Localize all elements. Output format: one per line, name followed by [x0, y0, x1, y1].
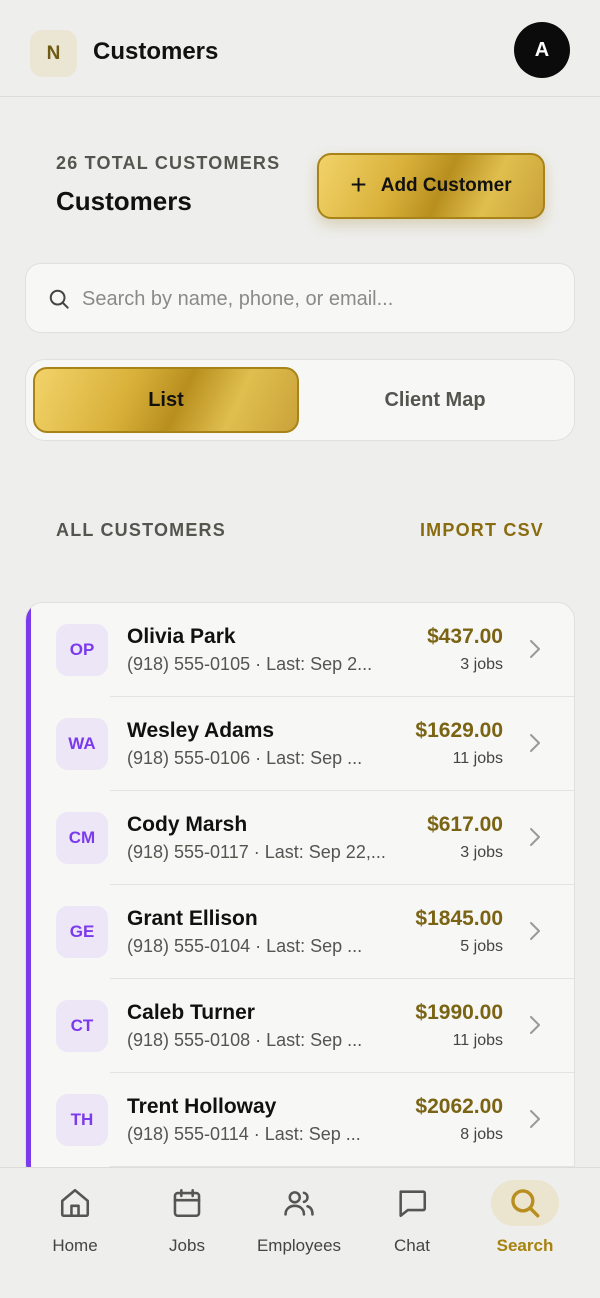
- customer-details: (918) 555-0114 · Last: Sep ...: [127, 1124, 361, 1144]
- chevron-right-icon: [530, 1016, 540, 1034]
- customer-jobs: 8 jobs: [460, 1126, 503, 1143]
- nav-item-employees[interactable]: Employees: [243, 1168, 355, 1278]
- customer-row[interactable]: TH Trent Holloway (918) 555-0114 · Last:…: [26, 1073, 574, 1167]
- section-label-all-customers: ALL CUSTOMERS: [56, 520, 226, 540]
- customer-amount: $437.00: [427, 625, 503, 648]
- customer-details: (918) 555-0108 · Last: Sep ...: [127, 1030, 363, 1050]
- customer-details: (918) 555-0117 · Last: Sep 22,...: [127, 842, 386, 862]
- customer-initials: TH: [56, 1094, 108, 1146]
- nav-item-chat[interactable]: Chat: [356, 1168, 468, 1278]
- customer-initials: GE: [56, 906, 108, 958]
- chevron-right-icon: [530, 734, 540, 752]
- customer-row[interactable]: WA Wesley Adams (918) 555-0106 · Last: S…: [26, 697, 574, 791]
- customer-name: Caleb Turner: [127, 1001, 255, 1024]
- customer-amount: $2062.00: [415, 1095, 503, 1118]
- nav-label: Home: [52, 1236, 98, 1255]
- nav-item-jobs[interactable]: Jobs: [131, 1168, 243, 1278]
- customer-initials: OP: [56, 624, 108, 676]
- plus-icon: +: [350, 168, 367, 200]
- add-customer-label: Add Customer: [380, 175, 512, 196]
- nav-label: Employees: [256, 1236, 342, 1255]
- chevron-right-icon: [530, 922, 540, 940]
- customer-amount: $617.00: [427, 813, 503, 836]
- chat-icon: [399, 1190, 427, 1218]
- app-logo[interactable]: N: [30, 30, 77, 77]
- search-input[interactable]: [82, 278, 552, 320]
- customer-row[interactable]: GE Grant Ellison (918) 555-0104 · Last: …: [26, 885, 574, 979]
- top-bar: N Customers A: [0, 0, 600, 97]
- customer-initials: CT: [56, 1000, 108, 1052]
- customer-amount: $1629.00: [415, 719, 503, 742]
- customer-row[interactable]: CM Cody Marsh (918) 555-0117 · Last: Sep…: [26, 791, 574, 885]
- customer-name: Trent Holloway: [127, 1095, 277, 1118]
- chevron-right-icon: [530, 828, 540, 846]
- nav-label: Search: [496, 1236, 554, 1255]
- customer-row[interactable]: CT Caleb Turner (918) 555-0108 · Last: S…: [26, 979, 574, 1073]
- user-avatar[interactable]: A: [514, 22, 570, 78]
- nav-item-home[interactable]: Home: [19, 1168, 131, 1278]
- customer-jobs: 3 jobs: [460, 844, 503, 861]
- nav-item-search[interactable]: Search: [469, 1168, 581, 1278]
- tab-client-map[interactable]: Client Map: [302, 367, 568, 433]
- customer-amount: $1990.00: [415, 1001, 503, 1024]
- calendar-icon: [173, 1188, 201, 1218]
- customer-initials: WA: [56, 718, 108, 770]
- search-box[interactable]: [25, 263, 575, 333]
- tab-list[interactable]: List: [33, 367, 299, 433]
- chevron-right-icon: [530, 640, 540, 658]
- nav-label: Chat: [394, 1236, 430, 1255]
- customer-jobs: 5 jobs: [460, 938, 503, 955]
- search-icon: [49, 289, 69, 309]
- bottom-nav: Home Jobs Employees Chat Search: [0, 1167, 600, 1298]
- customer-name: Cody Marsh: [127, 813, 248, 836]
- customer-name: Wesley Adams: [127, 719, 275, 742]
- customer-list: OP Olivia Park (918) 555-0105 · Last: Se…: [25, 602, 575, 1182]
- view-toggle: List Client Map: [25, 359, 575, 441]
- customer-jobs: 11 jobs: [452, 1032, 503, 1049]
- import-csv-link[interactable]: IMPORT CSV: [420, 520, 544, 541]
- customer-amount: $1845.00: [415, 907, 503, 930]
- search-icon: [511, 1189, 540, 1218]
- add-customer-button[interactable]: + Add Customer: [317, 153, 545, 219]
- customer-jobs: 3 jobs: [460, 656, 503, 673]
- customer-row[interactable]: OP Olivia Park (918) 555-0105 · Last: Se…: [26, 603, 574, 697]
- users-icon: [284, 1191, 314, 1216]
- header-title: Customers: [93, 38, 219, 65]
- customer-details: (918) 555-0104 · Last: Sep ...: [127, 936, 363, 956]
- customer-details: (918) 555-0105 · Last: Sep 2...: [127, 654, 373, 674]
- customer-details: (918) 555-0106 · Last: Sep ...: [127, 748, 363, 768]
- nav-label: Jobs: [169, 1236, 205, 1255]
- chevron-right-icon: [530, 1110, 540, 1128]
- customer-name: Grant Ellison: [127, 907, 258, 930]
- customer-jobs: 11 jobs: [452, 750, 503, 767]
- page-title: Customers: [56, 186, 192, 216]
- customer-initials: CM: [56, 812, 108, 864]
- customer-count-label: 26 TOTAL CUSTOMERS: [56, 153, 281, 173]
- home-icon: [60, 1188, 90, 1218]
- customer-name: Olivia Park: [127, 625, 236, 648]
